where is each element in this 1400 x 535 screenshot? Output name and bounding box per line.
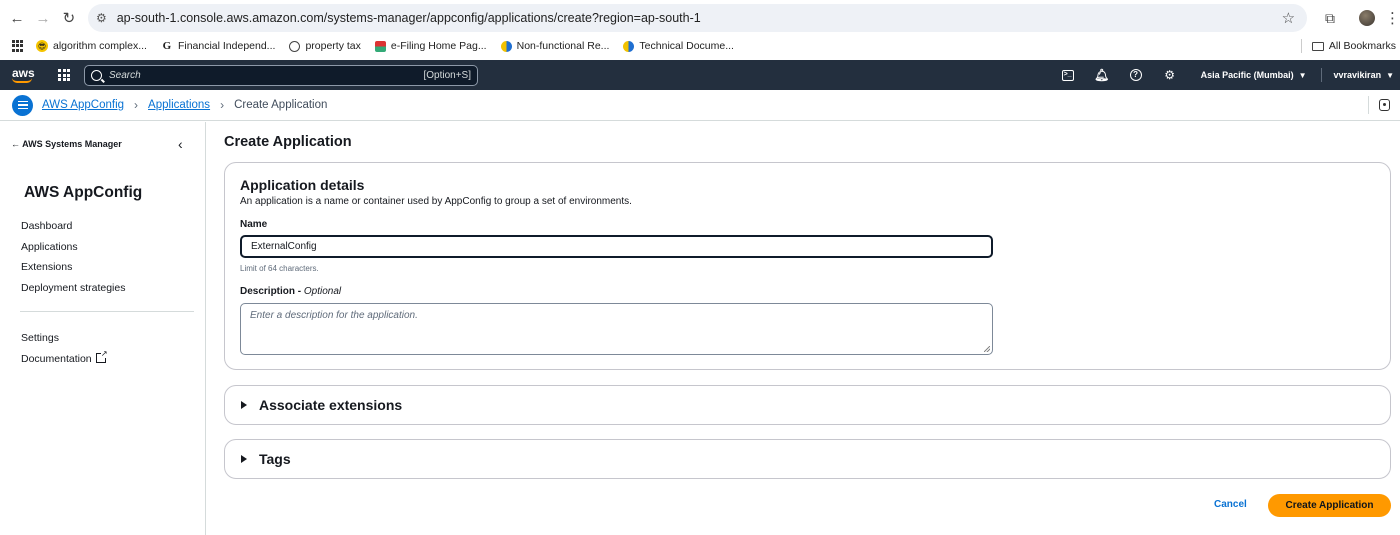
apps-grid-icon[interactable] xyxy=(12,40,24,52)
extensions-icon[interactable]: ⧉ xyxy=(1317,10,1343,27)
bookmark-item[interactable]: Technical Docume... xyxy=(623,40,734,52)
bookmark-item[interactable]: e-Filing Home Pag... xyxy=(374,40,487,52)
main-content: Create Application Application details A… xyxy=(207,122,1400,535)
sidebar-item-applications[interactable]: Applications xyxy=(21,240,125,261)
sidebar-divider xyxy=(20,311,194,312)
aws-top-nav: aws Search [Option+S] >_ 🔔︎ ? ⚙ Asia Pac… xyxy=(0,60,1400,90)
bookmarks-divider xyxy=(1300,39,1302,53)
reload-icon[interactable]: ↻ xyxy=(56,5,82,31)
confluence-icon xyxy=(500,40,512,52)
resize-handle-icon[interactable] xyxy=(984,346,990,352)
help-icon[interactable]: ? xyxy=(1119,69,1153,81)
efiling-icon xyxy=(374,40,386,52)
breadcrumb: AWS AppConfig › Applications › Create Ap… xyxy=(0,90,1400,121)
region-selector[interactable]: Asia Pacific (Mumbai) ▼ xyxy=(1201,70,1307,80)
optional-label: Optional xyxy=(303,286,342,297)
caret-right-icon xyxy=(241,455,247,463)
chevron-right-icon: › xyxy=(220,98,225,112)
bell-icon[interactable]: 🔔︎ xyxy=(1085,68,1119,82)
panel-heading: Application details xyxy=(240,177,365,193)
name-constraint-hint: Limit of 64 characters. xyxy=(240,264,319,273)
breadcrumb-appconfig[interactable]: AWS AppConfig xyxy=(42,99,124,111)
panel-description: An application is a name or container us… xyxy=(240,196,632,207)
browser-toolbar: ← → ↻ ⚙ ap-south-1.console.aws.amazon.co… xyxy=(0,0,1400,36)
bookmarks-bar: 😎 algorithm complex... G Financial Indepen… xyxy=(0,36,1400,56)
account-menu[interactable]: vvravikiran ▼ xyxy=(1334,70,1394,80)
chevron-right-icon: › xyxy=(134,98,139,112)
section-heading: Tags xyxy=(259,451,291,467)
caret-right-icon xyxy=(241,401,247,409)
search-shortcut: [Option+S] xyxy=(423,69,471,81)
gear-icon[interactable]: ⚙ xyxy=(1153,68,1187,82)
caret-down-icon: ▼ xyxy=(1298,71,1307,80)
sidebar-item-settings[interactable]: Settings xyxy=(21,331,106,352)
description-label: Description - Optional xyxy=(240,286,342,297)
name-label: Name xyxy=(240,219,268,230)
aws-logo[interactable]: aws xyxy=(12,67,36,83)
settings-hex-icon[interactable] xyxy=(1379,99,1390,111)
sidebar-item-extensions[interactable]: Extensions xyxy=(21,260,125,281)
create-application-button[interactable]: Create Application xyxy=(1268,494,1391,517)
search-placeholder: Search xyxy=(109,69,141,81)
external-link-icon xyxy=(95,348,108,363)
section-heading: Associate extensions xyxy=(259,397,403,413)
url-text[interactable]: ap-south-1.console.aws.amazon.com/system… xyxy=(117,11,1282,25)
bookmark-star-icon[interactable]: ☆ xyxy=(1282,9,1295,27)
cloudshell-icon[interactable]: >_ xyxy=(1051,69,1085,81)
services-menu-icon[interactable] xyxy=(58,69,70,81)
breadcrumb-current: Create Application xyxy=(234,99,328,111)
associate-extensions-section[interactable]: Associate extensions xyxy=(224,385,1391,425)
sidebar-item-deployment-strategies[interactable]: Deployment strategies xyxy=(21,281,125,302)
confluence-icon xyxy=(623,40,635,52)
emoji-icon: 😎 xyxy=(36,40,48,52)
application-details-panel: Application details An application is a … xyxy=(224,162,1391,370)
g-logo-icon: G xyxy=(162,40,172,52)
profile-avatar[interactable] xyxy=(1359,10,1376,26)
sidebar-item-documentation[interactable]: Documentation xyxy=(21,348,108,373)
breadcrumb-applications[interactable]: Applications xyxy=(148,99,210,111)
name-field[interactable]: ExternalConfig xyxy=(240,235,993,258)
aws-search-input[interactable]: Search [Option+S] xyxy=(84,64,478,86)
address-bar[interactable]: ⚙ ap-south-1.console.aws.amazon.com/syst… xyxy=(87,4,1308,32)
caret-down-icon: ▼ xyxy=(1386,71,1394,80)
globe-icon xyxy=(289,40,301,52)
page-title: Create Application xyxy=(224,134,352,150)
browser-menu-icon[interactable]: ⋮ xyxy=(1385,9,1400,27)
sidebar-title: AWS AppConfig xyxy=(24,184,143,201)
bookmark-item[interactable]: Non-functional Re... xyxy=(500,40,609,52)
side-navigation: ← AWS Systems Manager ‹ AWS AppConfig Da… xyxy=(0,122,206,535)
sidebar-item-dashboard[interactable]: Dashboard xyxy=(21,219,125,240)
bookmark-item[interactable]: 😎 algorithm complex... xyxy=(36,40,147,52)
forward-arrow-icon[interactable]: → xyxy=(30,5,56,31)
back-arrow-icon[interactable]: ← xyxy=(4,5,30,31)
cancel-button[interactable]: Cancel xyxy=(1214,499,1247,510)
tags-section[interactable]: Tags xyxy=(224,439,1391,479)
bookmark-item[interactable]: G Financial Independ... xyxy=(161,40,276,52)
back-to-systems-manager[interactable]: ← AWS Systems Manager xyxy=(11,139,122,149)
collapse-sidebar-icon[interactable]: ‹ xyxy=(178,136,183,152)
site-settings-icon[interactable]: ⚙ xyxy=(96,11,107,25)
hamburger-menu-icon[interactable] xyxy=(12,94,33,116)
divider xyxy=(1368,96,1369,114)
description-field[interactable]: Enter a description for the application. xyxy=(240,303,993,355)
description-placeholder: Enter a description for the application. xyxy=(250,310,418,321)
bookmark-item[interactable]: property tax xyxy=(289,40,361,52)
nav-divider xyxy=(1320,68,1322,82)
all-bookmarks[interactable]: All Bookmarks xyxy=(1311,40,1396,52)
folder-icon xyxy=(1311,41,1324,51)
search-icon xyxy=(91,69,102,81)
